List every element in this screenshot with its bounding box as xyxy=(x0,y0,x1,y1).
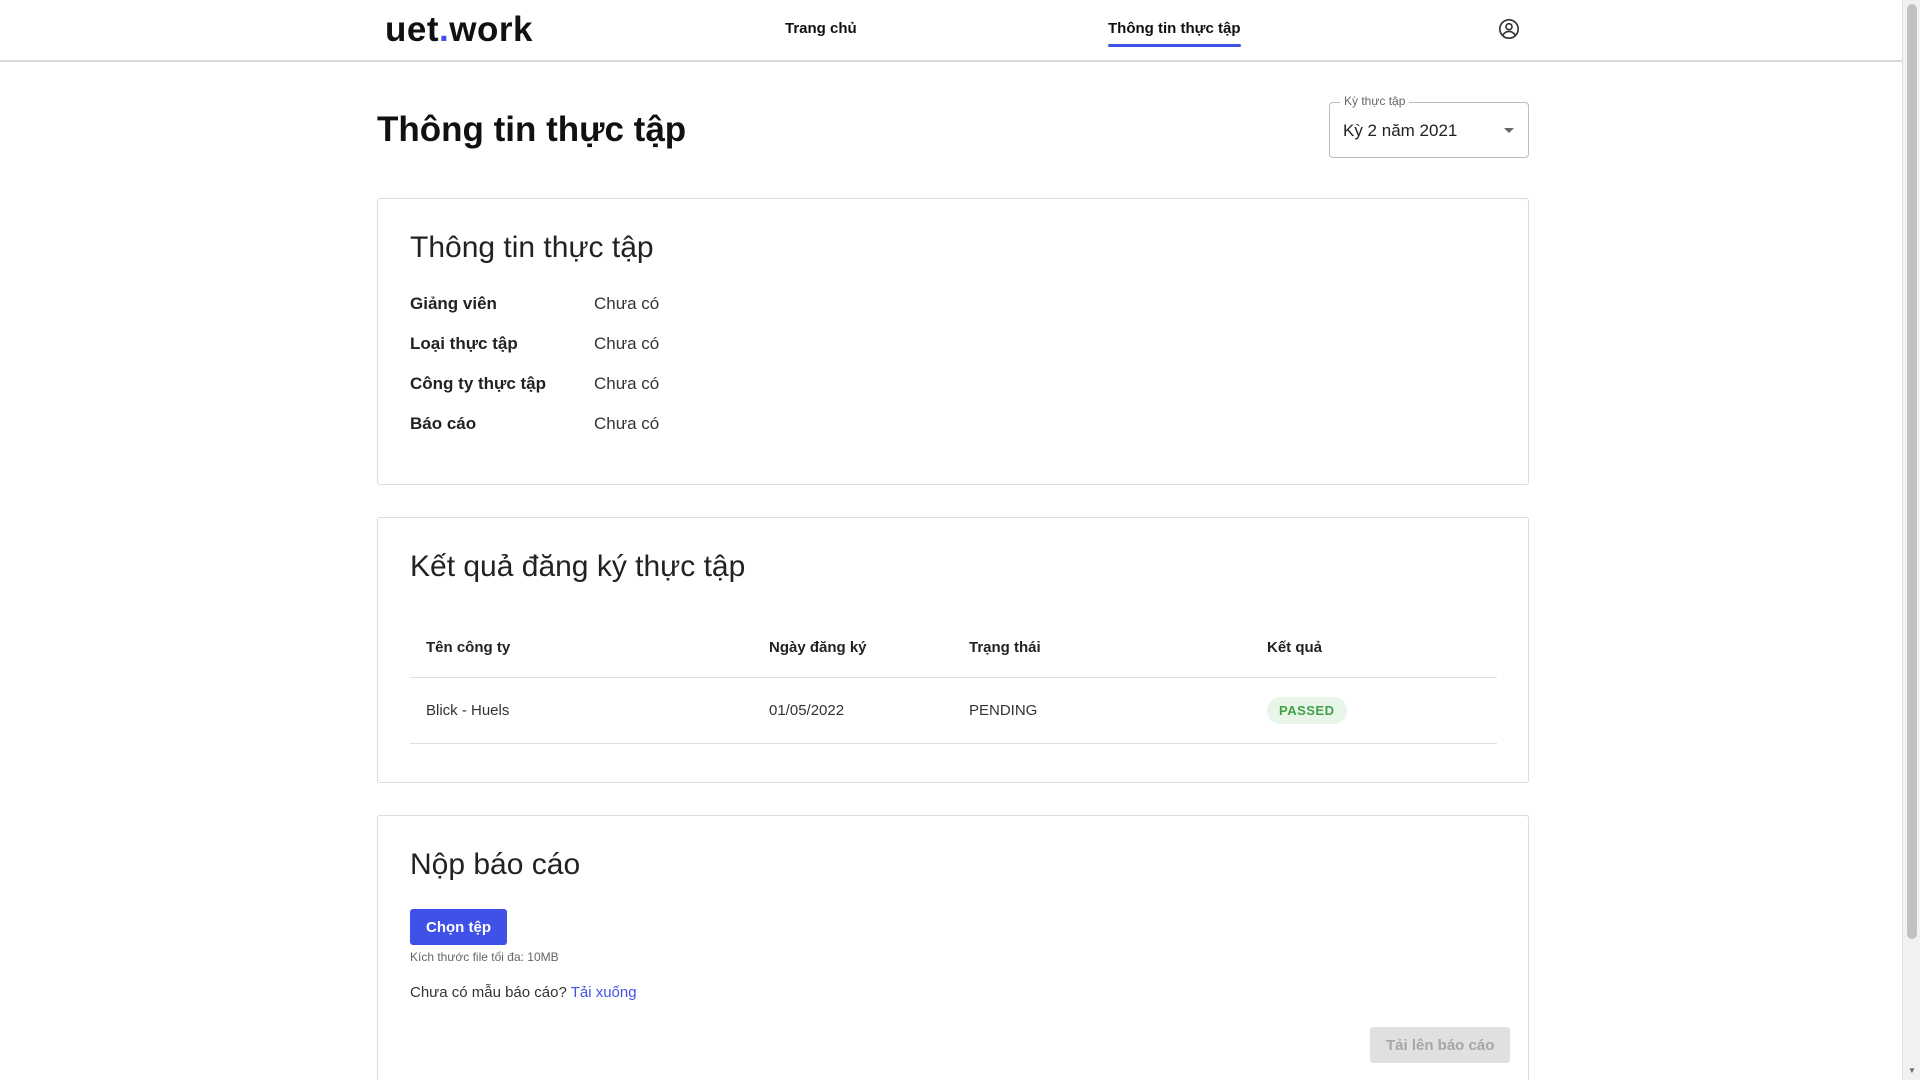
registration-table: Tên công ty Ngày đăng ký Trạng thái Kết … xyxy=(410,617,1497,744)
internship-info-card: Thông tin thực tập Giảng viên Chưa có Lo… xyxy=(377,198,1529,485)
internship-info-card-title: Thông tin thực tập xyxy=(410,231,654,264)
company-name-cell: Blick - Huels xyxy=(426,702,510,719)
status-badge: PASSED xyxy=(1267,697,1347,724)
nav-internship-info-link[interactable]: Thông tin thực tập xyxy=(1108,20,1241,47)
table-header: Tên công ty Ngày đăng ký Trạng thái Kết … xyxy=(410,617,1497,678)
page-title: Thông tin thực tập xyxy=(377,110,687,149)
status-cell: PENDING xyxy=(969,702,1038,719)
top-navbar: uet.work Trang chủ Thông tin thực tập xyxy=(0,0,1902,62)
column-header-date: Ngày đăng ký xyxy=(769,638,867,656)
column-header-company: Tên công ty xyxy=(426,638,511,656)
submit-report-card: Nộp báo cáo Chọn tệp Kích thước file tối… xyxy=(377,815,1529,1080)
template-question: Chưa có mẫu báo cáo? xyxy=(410,984,571,1001)
upload-report-button[interactable]: Tải lên báo cáo xyxy=(1370,1027,1511,1063)
result-cell: PASSED xyxy=(1267,678,1347,743)
info-value: Chưa có xyxy=(594,374,660,393)
registration-date-cell: 01/05/2022 xyxy=(769,702,845,719)
info-value: Chưa có xyxy=(594,334,660,353)
info-label: Loại thực tập xyxy=(410,334,518,353)
choose-file-button[interactable]: Chọn tệp xyxy=(410,909,507,945)
info-label: Công ty thực tập xyxy=(410,374,547,393)
file-size-hint: Kích thước file tối đa: 10MB xyxy=(410,950,559,964)
info-value: Chưa có xyxy=(594,414,660,433)
term-select-value: Kỳ 2 năm 2021 xyxy=(1343,121,1458,140)
registration-result-card-title: Kết quả đăng ký thực tập xyxy=(410,550,746,583)
scroll-down-arrow-icon[interactable]: ▼ xyxy=(1907,1066,1917,1076)
page-scrollbar[interactable]: ▼ xyxy=(1902,0,1920,1080)
column-header-result: Kết quả xyxy=(1267,638,1323,656)
caret-down-icon xyxy=(1504,128,1514,133)
user-account-icon[interactable] xyxy=(1498,18,1520,40)
logo[interactable]: uet.work xyxy=(385,10,533,50)
registration-result-card: Kết quả đăng ký thực tập Tên công ty Ngà… xyxy=(377,517,1529,783)
column-header-status: Trạng thái xyxy=(969,638,1041,656)
template-download-line: Chưa có mẫu báo cáo? Tải xuống xyxy=(410,984,637,1001)
info-label: Báo cáo xyxy=(410,414,477,433)
download-template-link[interactable]: Tải xuống xyxy=(571,984,637,1001)
term-select-label: Kỳ thực tập xyxy=(1340,94,1410,108)
term-select[interactable]: Kỳ thực tập Kỳ 2 năm 2021 xyxy=(1329,94,1529,158)
nav-home-link[interactable]: Trang chủ xyxy=(785,20,857,37)
info-label: Giảng viên xyxy=(410,294,497,313)
info-value: Chưa có xyxy=(594,294,660,313)
table-row[interactable]: Blick - Huels 01/05/2022 PENDING PASSED xyxy=(410,678,1497,744)
scrollbar-thumb[interactable] xyxy=(1907,4,1917,939)
submit-report-card-title: Nộp báo cáo xyxy=(410,848,581,881)
